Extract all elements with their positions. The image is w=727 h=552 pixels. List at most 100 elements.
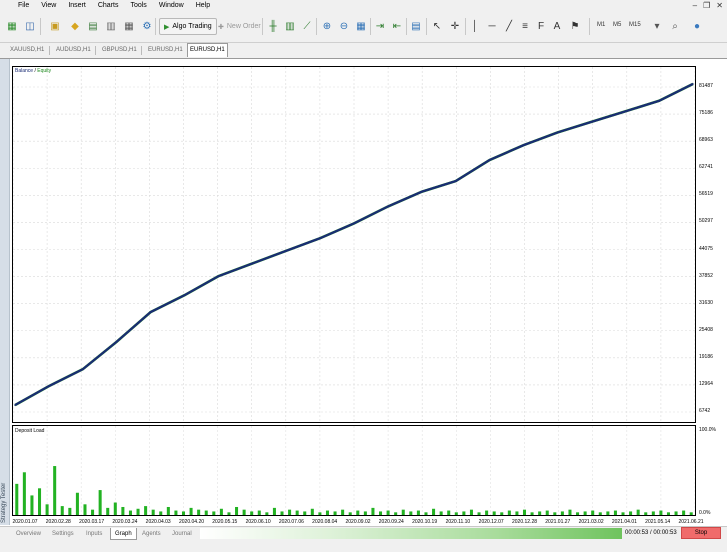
x-date-label: 2021.01.27 [545, 519, 570, 525]
minimize-icon[interactable]: – [693, 0, 697, 11]
channel-icon[interactable]: ≡ [518, 18, 532, 34]
balance-point [387, 205, 389, 208]
tab-xauusd[interactable]: XAUUSD,H1 [8, 44, 46, 57]
load-bar [432, 508, 436, 515]
line-chart-icon[interactable]: ⟋ [300, 18, 314, 34]
vertical-line-icon[interactable]: │ [468, 18, 482, 34]
x-date-label: 2020.02.28 [46, 519, 71, 525]
load-bar [674, 511, 678, 515]
crosshair-icon[interactable]: ✛ [448, 18, 462, 34]
tab-settings[interactable]: Settings [48, 528, 78, 540]
profiles-icon[interactable]: ◫ [23, 18, 37, 34]
balance-point [522, 144, 525, 146]
x-axis-dates: 2020.01.07 2020.02.28 2020.03.17 2020.03.24… [12, 519, 703, 525]
x-date-label: 2021.05.14 [645, 519, 670, 525]
folder-icon[interactable]: ▣ [48, 18, 62, 34]
tab-inputs[interactable]: Inputs [82, 528, 106, 540]
tester-icon[interactable]: ⚙ [140, 18, 154, 34]
tab-audusd[interactable]: AUDUSD,H1 [54, 44, 93, 57]
restore-icon[interactable]: ❐ [703, 0, 710, 11]
tf-m1[interactable]: M1 [597, 22, 605, 28]
load-bar [227, 512, 231, 515]
menu-tools[interactable]: Tools [124, 0, 152, 11]
menu-help[interactable]: Help [190, 0, 216, 11]
tab-journal[interactable]: Journal [168, 528, 196, 540]
tab-gbpusd[interactable]: GBPUSD,H1 [100, 44, 139, 57]
load-y-top: 100.0% [699, 427, 716, 433]
load-bar [166, 506, 170, 515]
x-date-label: 2020.09.02 [345, 519, 370, 525]
tab-eurusd-active[interactable]: EURUSD,H1 [187, 43, 228, 57]
load-bar [576, 512, 580, 515]
load-bar [568, 509, 572, 515]
cursor-icon[interactable]: ↖ [430, 18, 444, 34]
load-bar [515, 511, 519, 515]
x-date-label: 2021.04.01 [612, 519, 637, 525]
tab-overview[interactable]: Overview [12, 528, 45, 540]
close-icon[interactable]: ✕ [716, 0, 723, 11]
menu-insert[interactable]: Insert [62, 0, 92, 11]
balance-point [455, 180, 457, 182]
data-window-icon[interactable]: ▥ [104, 18, 118, 34]
menu-charts[interactable]: Charts [92, 0, 125, 11]
balance-point [48, 385, 50, 387]
load-bar [45, 504, 49, 515]
balance-chart-svg [13, 67, 695, 422]
load-bar [128, 510, 132, 515]
stop-button[interactable]: Stop [681, 527, 721, 539]
zoom-in-icon[interactable]: ⊕ [320, 18, 334, 34]
load-bar [469, 509, 473, 515]
load-bar [553, 512, 557, 515]
autoscroll-icon[interactable]: ⇥ [373, 18, 387, 34]
market-watch-icon[interactable]: ◆ [68, 18, 82, 34]
bar-chart-icon[interactable]: ╫ [266, 18, 280, 34]
chart-shift-icon[interactable]: ⇤ [390, 18, 404, 34]
load-bar [83, 504, 87, 515]
horizontal-line-icon[interactable]: ─ [485, 18, 499, 34]
tab-agents[interactable]: Agents [138, 528, 165, 540]
load-bar [363, 511, 367, 515]
app-window: File View Insert Charts Tools Window Hel… [0, 0, 727, 552]
tile-windows-icon[interactable]: ▦ [354, 18, 368, 34]
x-date-label: 2020.06.10 [246, 519, 271, 525]
text-icon[interactable]: A [550, 18, 564, 34]
zoom-out-icon[interactable]: ⊖ [337, 18, 351, 34]
load-bar [318, 512, 322, 515]
menu-window[interactable]: Window [153, 0, 190, 11]
tf-m5[interactable]: M5 [613, 22, 621, 28]
x-date-label: 2020.11.10 [446, 519, 471, 525]
load-bar [242, 509, 246, 515]
tab-eurusd[interactable]: EURUSD,H1 [146, 44, 185, 57]
navigator-icon[interactable]: ▤ [86, 18, 100, 34]
load-bar [98, 490, 102, 515]
tf-m15[interactable]: M15 [629, 22, 641, 28]
fibonacci-icon[interactable]: F [534, 18, 548, 34]
load-bar [204, 510, 208, 515]
x-date-label: 2021.03.02 [579, 519, 604, 525]
account-icon[interactable]: ● [690, 18, 704, 34]
trendline-icon[interactable]: ╱ [502, 18, 516, 34]
menu-file[interactable]: File [0, 0, 35, 11]
load-bar [106, 507, 110, 515]
timeframes-dropdown-icon[interactable]: ▾ [650, 18, 664, 34]
shapes-dropdown-icon[interactable]: ⚑ [568, 18, 582, 34]
search-icon[interactable]: ⌕ [668, 18, 682, 34]
tab-graph[interactable]: Graph [110, 528, 137, 540]
new-order-button[interactable]: ✚ New Order [213, 18, 266, 35]
x-date-label: 2020.03.24 [112, 519, 137, 525]
new-chart-icon[interactable]: ▦ [5, 18, 19, 34]
load-bar [462, 511, 466, 515]
menu-view[interactable]: View [35, 0, 62, 11]
load-bar [416, 510, 420, 515]
terminal-icon[interactable]: ▦ [122, 18, 136, 34]
algo-trading-button[interactable]: ▶ Algo Trading [159, 18, 217, 35]
toolbar: ▦ ◫ ▣ ◆ ▤ ▥ ▦ ⚙ ▶ Algo Trading ✚ New Ord… [0, 11, 727, 43]
x-date-label: 2020.04.03 [146, 519, 171, 525]
load-bar [636, 509, 640, 515]
deposit-load-chart [12, 425, 696, 516]
load-bar [613, 510, 617, 515]
y-tick-label: 12964 [699, 380, 713, 387]
candlestick-icon[interactable]: ▥ [283, 18, 297, 34]
indicators-icon[interactable]: ▤ [409, 18, 423, 34]
chart-tabs: XAUUSD,H1 AUDUSD,H1 GBPUSD,H1 EURUSD,H1 … [0, 43, 727, 57]
